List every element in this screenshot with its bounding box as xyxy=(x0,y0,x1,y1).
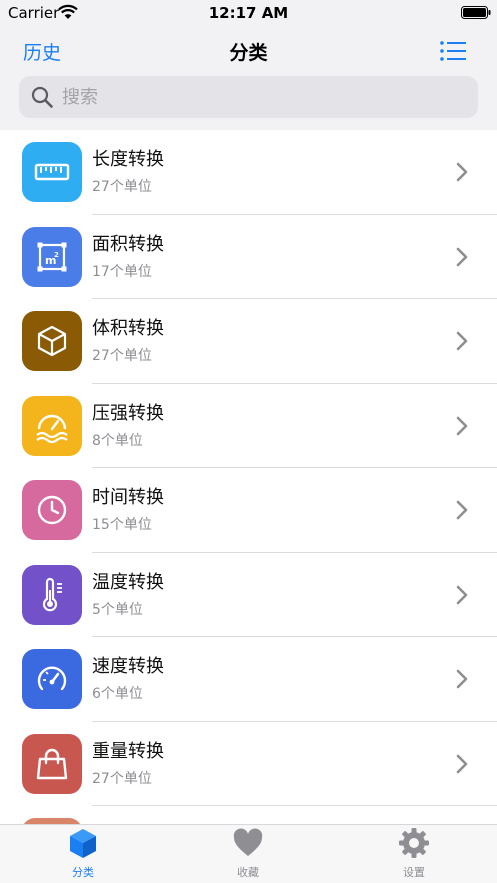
category-row-partial[interactable] xyxy=(0,806,497,824)
search-icon xyxy=(31,86,53,108)
ruler-icon xyxy=(22,142,82,202)
category-title: 面积转换 xyxy=(92,233,164,255)
tab-favorites[interactable]: 收藏 xyxy=(188,825,308,883)
category-unit-count: 5个单位 xyxy=(92,601,143,618)
category-title: 压强转换 xyxy=(92,402,164,424)
clock-icon xyxy=(22,480,82,540)
tab-label: 分类 xyxy=(72,866,94,879)
category-row-weight[interactable]: 重量转换 27个单位 xyxy=(0,722,497,806)
category-row-pressure[interactable]: 压强转换 8个单位 xyxy=(0,384,497,468)
search-bar[interactable] xyxy=(19,76,478,118)
chevron-right-icon xyxy=(456,669,468,689)
category-row-length[interactable]: 长度转换 27个单位 xyxy=(0,130,497,215)
category-title: 速度转换 xyxy=(92,656,164,677)
chevron-right-icon xyxy=(456,416,468,435)
page-title: 分类 xyxy=(229,42,268,64)
category-title: 时间转换 xyxy=(92,487,164,508)
svg-text:2: 2 xyxy=(54,251,59,259)
category-unit-count: 15个单位 xyxy=(92,517,152,533)
chevron-right-icon xyxy=(456,585,468,604)
bag-icon xyxy=(22,733,82,794)
battery-icon xyxy=(461,6,491,19)
category-title: 重量转换 xyxy=(92,740,164,762)
category-row-volume[interactable]: 体积转换 27个单位 xyxy=(0,299,497,384)
speedometer-icon xyxy=(22,649,82,709)
search-input[interactable] xyxy=(62,84,462,110)
chevron-right-icon xyxy=(456,162,468,182)
category-unit-count: 27个单位 xyxy=(92,179,152,195)
pressure-gauge-icon xyxy=(22,395,82,456)
category-title: 长度转换 xyxy=(92,149,164,170)
category-unit-count: 27个单位 xyxy=(92,770,152,787)
category-unit-count: 6个单位 xyxy=(92,686,143,702)
category-row-temperature[interactable]: 温度转换 5个单位 xyxy=(0,553,497,637)
heart-icon xyxy=(233,828,263,856)
category-row-time[interactable]: 时间转换 15个单位 xyxy=(0,468,497,553)
list-icon[interactable] xyxy=(440,41,466,61)
cube-icon xyxy=(70,829,96,858)
tab-bar: 分类 收藏 设置 xyxy=(0,824,497,883)
tab-label: 设置 xyxy=(403,866,425,879)
category-title: 体积转换 xyxy=(92,318,164,339)
category-title: 温度转换 xyxy=(92,571,164,593)
tab-label: 收藏 xyxy=(237,866,259,879)
gear-icon xyxy=(399,828,429,858)
category-unit-count: 17个单位 xyxy=(92,263,152,280)
cube-icon xyxy=(22,311,82,371)
status-bar: Carrier 12:17 AM xyxy=(0,0,497,26)
search-area xyxy=(0,74,497,130)
thermometer-icon xyxy=(22,564,82,625)
tab-settings[interactable]: 设置 xyxy=(354,825,474,883)
category-unit-count: 8个单位 xyxy=(92,432,143,449)
category-row-area[interactable]: m 2 面积转换 17个单位 xyxy=(0,215,497,299)
status-time: 12:17 AM xyxy=(208,4,289,22)
category-unit-count: 27个单位 xyxy=(92,348,152,364)
chevron-right-icon xyxy=(456,331,468,351)
tab-categories[interactable]: 分类 xyxy=(23,825,143,883)
category-row-speed[interactable]: 速度转换 6个单位 xyxy=(0,637,497,722)
navigation-bar: 历史 分类 xyxy=(0,26,497,74)
chevron-right-icon xyxy=(456,247,468,266)
chevron-right-icon xyxy=(456,754,468,773)
category-list: 长度转换 27个单位 m 2 面积转换 17个单位 体积转换 27个单位 压强转… xyxy=(0,130,497,824)
chevron-right-icon xyxy=(456,500,468,520)
area-icon: m 2 xyxy=(22,226,82,287)
